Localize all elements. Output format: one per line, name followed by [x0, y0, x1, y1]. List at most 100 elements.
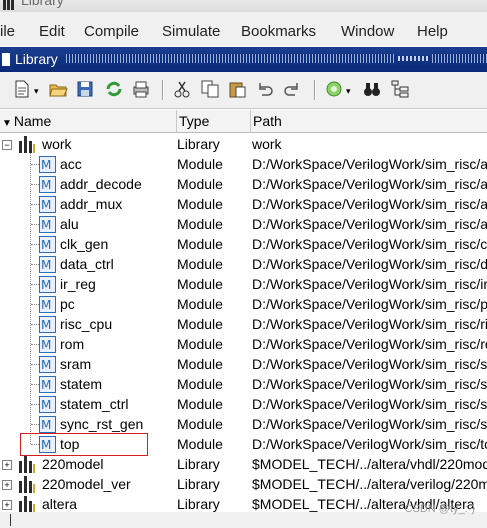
module-row[interactable]: Msync_rst_gen Module D:/WorkSpace/VerilogW…	[0, 414, 487, 434]
menu-file[interactable]: ile	[0, 23, 15, 40]
row-path: D:/WorkSpace/VerilogWork/sim_risc/s..	[252, 416, 487, 432]
row-type: Module	[177, 436, 223, 452]
save-icon[interactable]	[75, 79, 95, 99]
row-path: $MODEL_TECH/../altera/vhdl/220model	[252, 456, 487, 472]
library-icon	[19, 476, 35, 493]
module-row[interactable]: Mstatem_ctrl Module D:/WorkSpace/VerilogWo…	[0, 394, 487, 414]
new-dropdown-icon[interactable]: ▾	[34, 86, 39, 97]
library-row[interactable]: +220model Library $MODEL_TECH/../altera/vh…	[0, 454, 487, 474]
module-icon: M	[39, 216, 56, 233]
module-row[interactable]: Mclk_gen Module D:/WorkSpace/VerilogWork/s…	[0, 234, 487, 254]
sort-arrow-icon: ▼	[2, 118, 12, 129]
row-type: Library	[177, 496, 220, 512]
row-path: D:/WorkSpace/VerilogWork/sim_risc/ri..	[252, 316, 487, 332]
svg-text:M: M	[41, 198, 51, 212]
text-caret	[10, 514, 11, 526]
row-path: D:/WorkSpace/VerilogWork/sim_risc/a..	[252, 176, 487, 192]
tree-branch-line	[31, 324, 39, 325]
row-type: Module	[177, 256, 223, 272]
row-type: Module	[177, 356, 223, 372]
column-header-name[interactable]: ▼ Name	[0, 110, 177, 132]
row-type: Module	[177, 176, 223, 192]
redo-icon[interactable]	[282, 79, 302, 99]
row-name: 220model	[42, 456, 104, 472]
row-type: Library	[177, 476, 220, 492]
svg-text:M: M	[41, 338, 51, 352]
tree-expander[interactable]: +	[2, 500, 12, 510]
tree-expander[interactable]: +	[2, 480, 12, 490]
module-row[interactable]: Mdata_ctrl Module D:/WorkSpace/VerilogWork…	[0, 254, 487, 274]
svg-text:M: M	[41, 178, 51, 192]
module-row[interactable]: Macc Module D:/WorkSpace/VerilogWork/sim_r…	[0, 154, 487, 174]
new-file-icon[interactable]	[12, 79, 32, 99]
row-name: altera	[42, 496, 78, 512]
print-icon[interactable]	[131, 79, 151, 99]
module-row[interactable]: Mir_reg Module D:/WorkSpace/VerilogWork/si…	[0, 274, 487, 294]
row-name: ir_reg	[60, 276, 96, 292]
help-circle-icon[interactable]	[324, 79, 344, 99]
row-path: D:/WorkSpace/VerilogWork/sim_risc/d..	[252, 256, 487, 272]
row-name: work	[42, 136, 72, 152]
column-header-type[interactable]: Type	[177, 110, 251, 132]
menu-simulate[interactable]: Simulate	[162, 23, 220, 40]
module-icon: M	[39, 176, 56, 193]
row-type: Module	[177, 416, 223, 432]
library-toolbar: ▾ ▾	[0, 72, 487, 109]
row-type: Module	[177, 216, 223, 232]
tree-branch-line	[31, 424, 39, 425]
tree-expander[interactable]: +	[2, 460, 12, 470]
tree-branch-line	[31, 204, 39, 205]
undo-icon[interactable]	[255, 79, 275, 99]
row-name: risc_cpu	[60, 316, 113, 332]
panel-drag-grip[interactable]	[66, 54, 396, 63]
module-icon: M	[39, 296, 56, 313]
panel-title: Library	[15, 51, 58, 67]
row-path: D:/WorkSpace/VerilogWork/sim_risc/to..	[252, 436, 487, 452]
cut-icon[interactable]	[172, 79, 192, 99]
panel-drag-grip-right[interactable]	[432, 54, 487, 63]
panel-dock-icon[interactable]	[2, 53, 10, 66]
tree-branch-line	[31, 224, 39, 225]
module-icon: M	[39, 356, 56, 373]
paste-icon[interactable]	[227, 79, 247, 99]
library-row[interactable]: +220model_ver Library $MODEL_TECH/../alter…	[0, 474, 487, 494]
row-name: alu	[60, 216, 79, 232]
module-row[interactable]: Maddr_decode Module D:/WorkSpace/VerilogWo…	[0, 174, 487, 194]
column-name-label: Name	[13, 113, 52, 129]
panel-drag-grip-end[interactable]	[398, 56, 430, 61]
module-row[interactable]: Malu Module D:/WorkSpace/VerilogWork/sim_r…	[0, 214, 487, 234]
help-dropdown-icon[interactable]: ▾	[346, 86, 351, 97]
module-row[interactable]: Msram Module D:/WorkSpace/VerilogWork/sim_…	[0, 354, 487, 374]
open-folder-icon[interactable]	[48, 79, 68, 99]
row-path: D:/WorkSpace/VerilogWork/sim_risc/st..	[252, 376, 487, 392]
selection-highlight-box	[20, 433, 148, 456]
menu-bar: ile Edit Compile Simulate Bookmarks Wind…	[0, 12, 487, 46]
module-row[interactable]: Mstatem Module D:/WorkSpace/VerilogWork/si…	[0, 374, 487, 394]
menu-bookmarks[interactable]: Bookmarks	[241, 23, 316, 40]
row-name: addr_mux	[60, 196, 123, 212]
copy-icon[interactable]	[200, 79, 220, 99]
refresh-icon[interactable]	[104, 79, 124, 99]
menu-window[interactable]: Window	[341, 23, 394, 40]
library-row[interactable]: − work Library work	[0, 134, 487, 154]
row-name: statem_ctrl	[60, 396, 129, 412]
module-icon: M	[39, 276, 56, 293]
column-header-path[interactable]: Path	[251, 110, 487, 132]
row-path: D:/WorkSpace/VerilogWork/sim_risc/ir..	[252, 276, 487, 292]
module-row[interactable]: Maddr_mux Module D:/WorkSpace/VerilogWork/…	[0, 194, 487, 214]
find-binoculars-icon[interactable]	[362, 79, 382, 99]
menu-compile[interactable]: Compile	[84, 23, 139, 40]
row-path: D:/WorkSpace/VerilogWork/sim_risc/al..	[252, 216, 487, 232]
module-row[interactable]: Mrisc_cpu Module D:/WorkSpace/VerilogWork/…	[0, 314, 487, 334]
tree-expander[interactable]: −	[2, 140, 12, 150]
svg-text:M: M	[41, 258, 51, 272]
module-row[interactable]: Mpc Module D:/WorkSpace/VerilogWork/sim_ri…	[0, 294, 487, 314]
menu-edit[interactable]: Edit	[39, 23, 65, 40]
svg-text:M: M	[41, 158, 51, 172]
module-icon: M	[39, 236, 56, 253]
module-row[interactable]: Mrom Module D:/WorkSpace/VerilogWork/sim_r…	[0, 334, 487, 354]
hierarchy-icon[interactable]	[390, 79, 410, 99]
menu-help[interactable]: Help	[417, 23, 448, 40]
watermark: CSDN @ty_:-)	[404, 503, 475, 515]
tree-branch-line	[31, 364, 39, 365]
